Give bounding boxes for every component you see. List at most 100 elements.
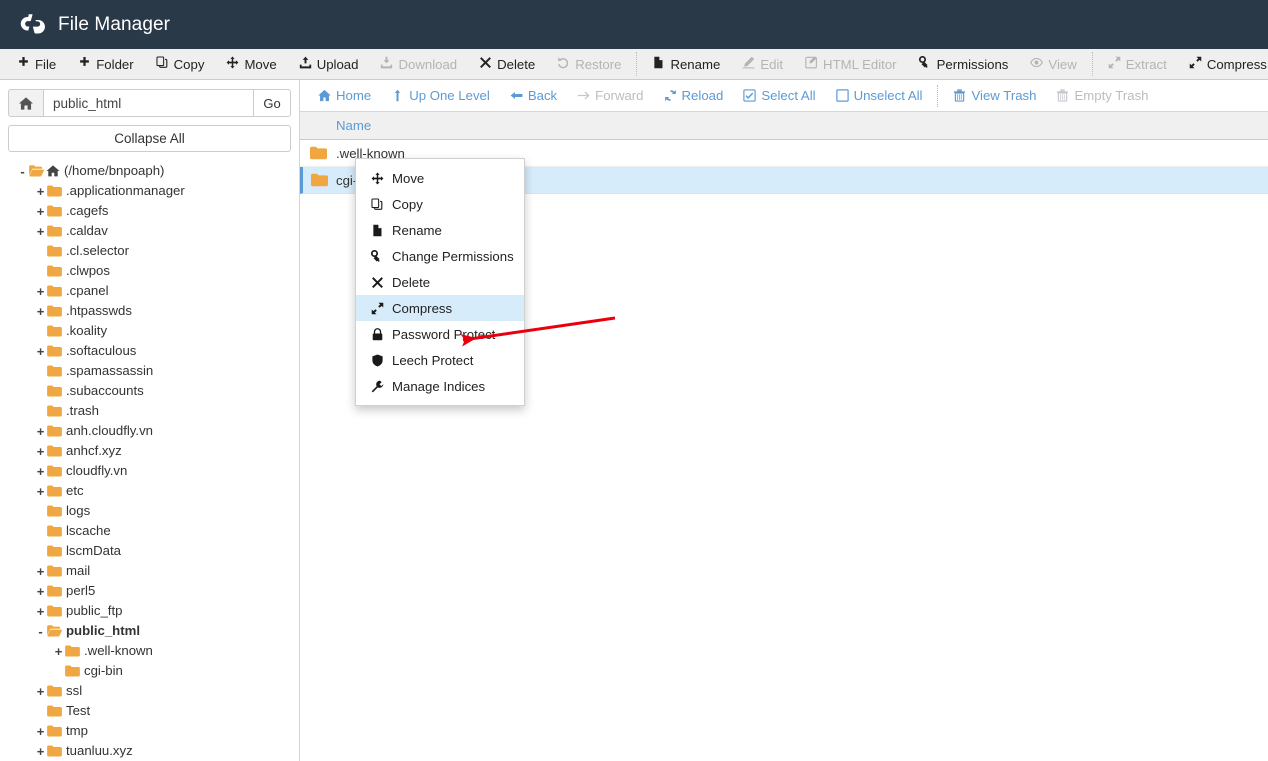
tree-node-label: .cl.selector xyxy=(66,243,130,258)
tree-node-.koality[interactable]: .koality xyxy=(8,321,291,341)
context-menu-item-copy[interactable]: Copy xyxy=(356,191,524,217)
tree-node-label: lscache xyxy=(66,523,111,538)
context-menu-item-label: Leech Protect xyxy=(392,352,474,368)
home-icon-button[interactable] xyxy=(8,89,44,117)
tree-node-label: etc xyxy=(66,483,84,498)
tree-node-.subaccounts[interactable]: .subaccounts xyxy=(8,381,291,401)
tree-node-.applicationmanager[interactable]: + .applicationmanager xyxy=(8,181,291,201)
compress-icon xyxy=(370,302,384,315)
context-menu-item-compress[interactable]: Compress xyxy=(356,295,524,321)
expand-toggle-icon[interactable]: + xyxy=(34,285,47,298)
column-header-name[interactable]: Name xyxy=(336,118,371,133)
tree-node-cloudfly.vn[interactable]: + cloudfly.vn xyxy=(8,461,291,481)
empty-box-icon xyxy=(835,89,849,102)
context-menu-item-label: Move xyxy=(392,170,425,186)
toolbar-button-rename[interactable]: Rename xyxy=(641,49,731,79)
expand-toggle-icon[interactable]: + xyxy=(34,565,47,578)
tree-node-homebnpoaph[interactable]: - (/home/bnpoaph) xyxy=(8,161,291,181)
tree-node-anh.cloudfly.vn[interactable]: + anh.cloudfly.vn xyxy=(8,421,291,441)
tree-node-.cl.selector[interactable]: .cl.selector xyxy=(8,241,291,261)
tree-node-.caldav[interactable]: + .caldav xyxy=(8,221,291,241)
toolbar-button-move[interactable]: Move xyxy=(215,49,287,79)
expand-toggle-icon[interactable]: + xyxy=(34,205,47,218)
plus-icon xyxy=(17,56,30,72)
nav-button-up-one-level[interactable]: Up One Level xyxy=(381,82,500,110)
shield-icon xyxy=(370,353,384,367)
move-arrows-icon xyxy=(370,171,384,185)
context-menu-item-leech-protect[interactable]: Leech Protect xyxy=(356,347,524,373)
expand-toggle-icon[interactable]: + xyxy=(34,605,47,618)
expand-toggle-icon[interactable]: + xyxy=(34,685,47,698)
nav-button-select-all[interactable]: Select All xyxy=(733,82,825,110)
toolbar-button-folder[interactable]: Folder xyxy=(67,49,144,79)
tree-node-public_html[interactable]: - public_html xyxy=(8,621,291,641)
nav-button-reload[interactable]: Reload xyxy=(654,82,734,110)
tree-node-perl5[interactable]: + perl5 xyxy=(8,581,291,601)
tree-node-lscmdata[interactable]: lscmData xyxy=(8,541,291,561)
folder-icon xyxy=(47,545,62,557)
expand-toggle-icon[interactable]: + xyxy=(34,345,47,358)
nav-button-unselect-all[interactable]: Unselect All xyxy=(826,82,933,110)
context-menu-item-manage-indices[interactable]: Manage Indices xyxy=(356,373,524,399)
toolbar-button-file[interactable]: File xyxy=(6,49,67,79)
tree-node-label: perl5 xyxy=(66,583,96,598)
tree-node-etc[interactable]: + etc xyxy=(8,481,291,501)
expand-toggle-icon[interactable]: + xyxy=(34,585,47,598)
toolbar-button-copy[interactable]: Copy xyxy=(145,49,216,79)
tree-node-lscache[interactable]: lscache xyxy=(8,521,291,541)
tree-node-logs[interactable]: logs xyxy=(8,501,291,521)
expand-toggle-icon[interactable]: + xyxy=(34,485,47,498)
collapse-all-button[interactable]: Collapse All xyxy=(8,125,291,152)
nav-button-home[interactable]: Home xyxy=(308,82,381,110)
tree-node-public_ftp[interactable]: + public_ftp xyxy=(8,601,291,621)
tree-node-label: .cagefs xyxy=(66,203,109,218)
go-button[interactable]: Go xyxy=(253,89,291,117)
tree-node-tmp[interactable]: + tmp xyxy=(8,721,291,741)
expand-toggle-icon[interactable]: + xyxy=(34,725,47,738)
toolbar-button-upload[interactable]: Upload xyxy=(288,49,370,79)
expand-toggle-icon[interactable]: + xyxy=(34,425,47,438)
context-menu-item-change-permissions[interactable]: Change Permissions xyxy=(356,243,524,269)
expand-toggle-icon[interactable]: + xyxy=(52,645,65,658)
tree-node-mail[interactable]: + mail xyxy=(8,561,291,581)
tree-node-.softaculous[interactable]: + .softaculous xyxy=(8,341,291,361)
toolbar-button-label: Restore xyxy=(575,56,622,72)
context-menu-item-password-protect[interactable]: Password Protect xyxy=(356,321,524,347)
tree-node-cgi-bin[interactable]: cgi-bin xyxy=(8,661,291,681)
toolbar-button-label: Compress xyxy=(1206,56,1267,72)
toolbar-button-extract: Extract xyxy=(1097,49,1178,79)
folder-icon xyxy=(47,465,62,477)
tree-node-.cpanel[interactable]: + .cpanel xyxy=(8,281,291,301)
expand-toggle-icon[interactable]: + xyxy=(34,465,47,478)
tree-node-test[interactable]: Test xyxy=(8,701,291,721)
expand-toggle-icon[interactable]: + xyxy=(34,305,47,318)
path-input[interactable] xyxy=(44,89,253,117)
expand-toggle-icon[interactable]: + xyxy=(34,745,47,758)
expand-toggle-icon[interactable]: + xyxy=(34,185,47,198)
toolbar-button-edit: Edit xyxy=(731,49,794,79)
expand-toggle-icon[interactable]: + xyxy=(34,445,47,458)
tree-node-.trash[interactable]: .trash xyxy=(8,401,291,421)
context-menu-item-delete[interactable]: Delete xyxy=(356,269,524,295)
copy-icon xyxy=(156,56,169,72)
toolbar-button-permissions[interactable]: Permissions xyxy=(908,49,1020,79)
toolbar-button-delete[interactable]: Delete xyxy=(468,49,546,79)
tree-node-tuanluu.xyz[interactable]: + tuanluu.xyz xyxy=(8,741,291,761)
nav-button-back[interactable]: Back xyxy=(500,82,567,110)
tree-node-.htpasswds[interactable]: + .htpasswds xyxy=(8,301,291,321)
nav-button-view-trash[interactable]: View Trash xyxy=(943,82,1046,110)
tree-node-.cagefs[interactable]: + .cagefs xyxy=(8,201,291,221)
collapse-toggle-icon[interactable]: - xyxy=(34,625,47,638)
tree-node-anhcf.xyz[interactable]: + anhcf.xyz xyxy=(8,441,291,461)
collapse-toggle-icon[interactable]: - xyxy=(16,165,29,178)
tree-node-.spamassassin[interactable]: .spamassassin xyxy=(8,361,291,381)
tree-node-.clwpos[interactable]: .clwpos xyxy=(8,261,291,281)
toolbar-button-compress[interactable]: Compress xyxy=(1178,49,1268,79)
tree-node-.well-known[interactable]: + .well-known xyxy=(8,641,291,661)
folder-icon xyxy=(47,365,62,377)
context-menu-item-move[interactable]: Move xyxy=(356,165,524,191)
tree-node-ssl[interactable]: + ssl xyxy=(8,681,291,701)
expand-toggle-icon[interactable]: + xyxy=(34,225,47,238)
context-menu-item-rename[interactable]: Rename xyxy=(356,217,524,243)
tree-node-label: anhcf.xyz xyxy=(66,443,122,458)
